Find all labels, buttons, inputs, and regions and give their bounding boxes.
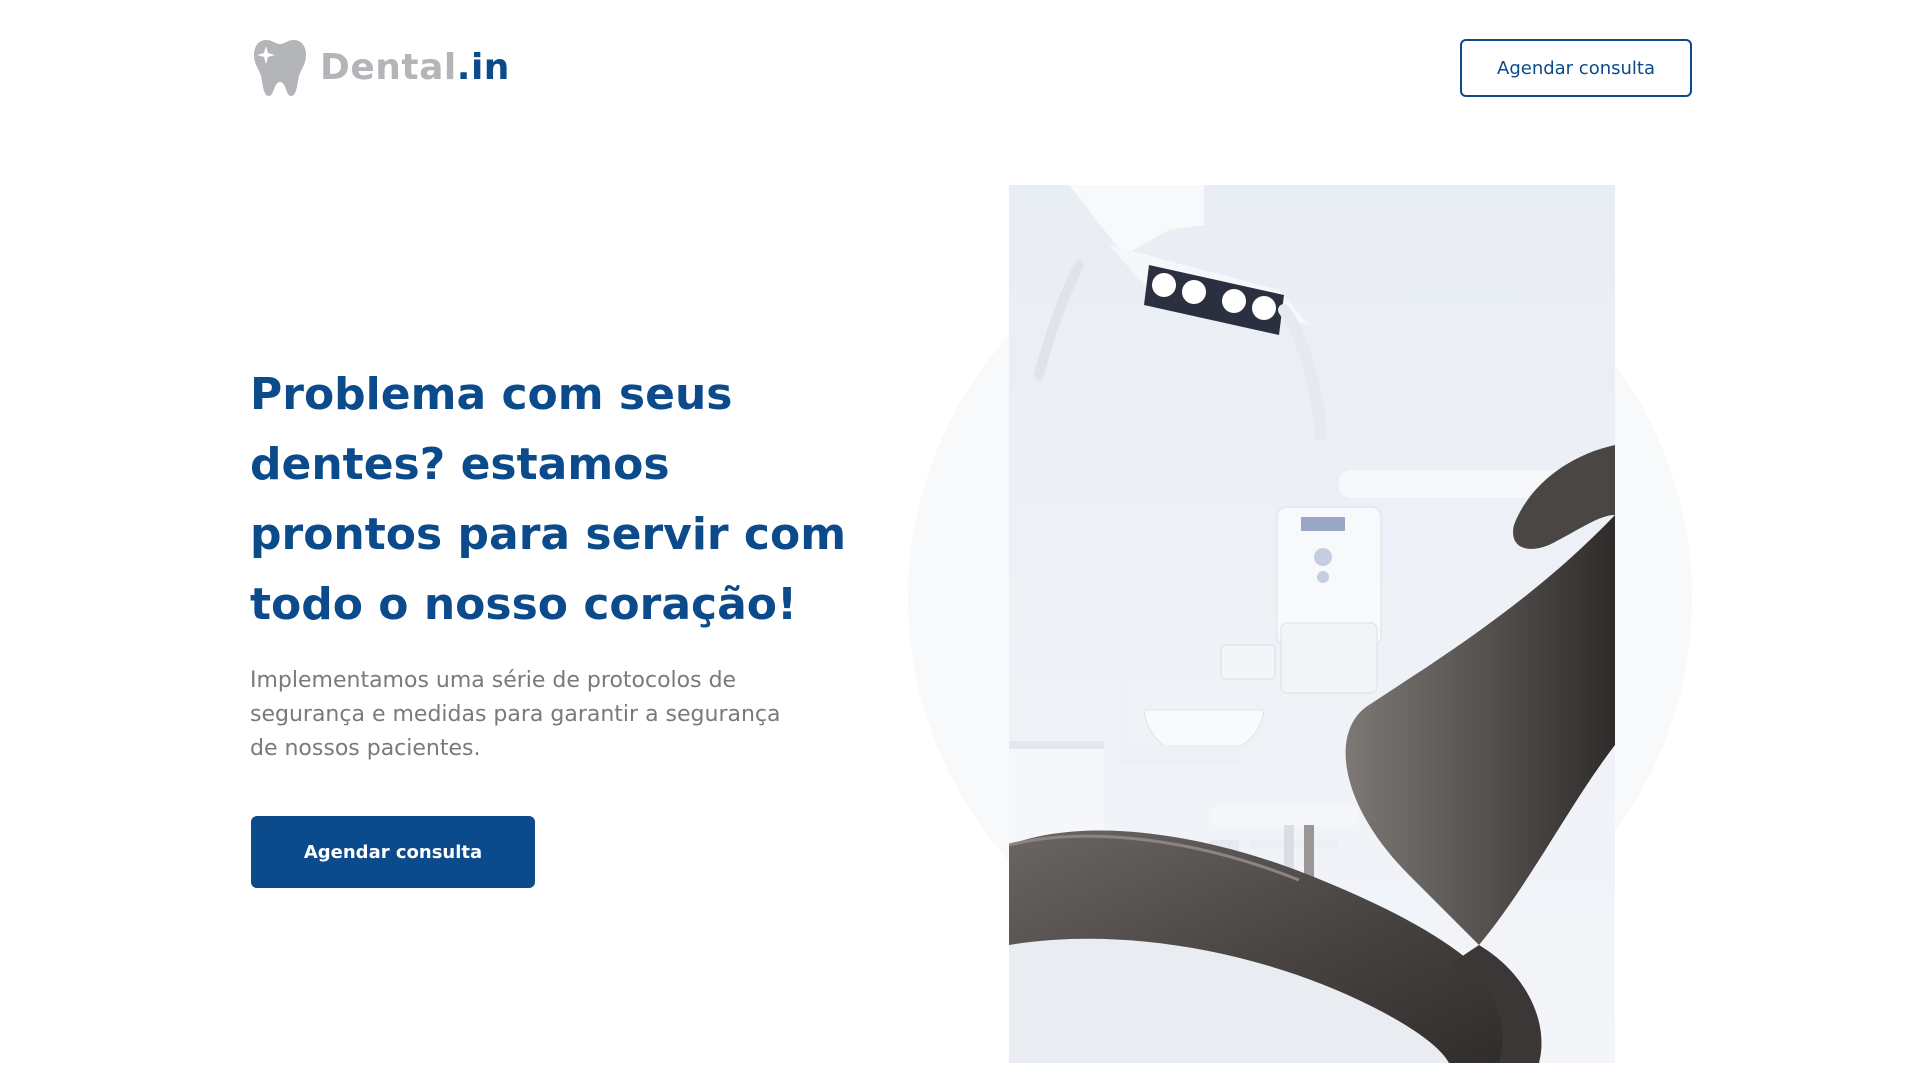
tooth-sparkle-icon <box>254 40 306 96</box>
landing-page: Dental.in Agendar consulta Problema com … <box>0 0 1920 1083</box>
dental-chair-photo <box>1009 185 1615 1063</box>
logo-text-accent: .in <box>456 46 510 88</box>
hero-schedule-button[interactable]: Agendar consulta <box>251 816 535 888</box>
header-schedule-button[interactable]: Agendar consulta <box>1460 39 1692 97</box>
logo-text-main: Dental <box>320 46 457 88</box>
hero-title-line: prontos para servir com <box>250 509 847 560</box>
hero-title-line: dentes? estamos <box>250 439 670 490</box>
hero-subtitle: Implementamos uma série de protocolos de… <box>250 664 840 766</box>
logo-text: Dental.in <box>320 47 510 88</box>
hero-title-line: Problema com seus <box>250 369 733 420</box>
logo[interactable]: Dental.in <box>252 36 510 98</box>
hero-subtitle-line: Implementamos uma série de protocolos de <box>250 668 737 693</box>
hero-title: Problema com seus dentes? estamos pronto… <box>250 360 850 640</box>
hero-subtitle-line: de nossos pacientes. <box>250 736 481 761</box>
hero-title-line: todo o nosso coração! <box>250 579 798 630</box>
hero-subtitle-line: segurança e medidas para garantir a segu… <box>250 702 781 727</box>
